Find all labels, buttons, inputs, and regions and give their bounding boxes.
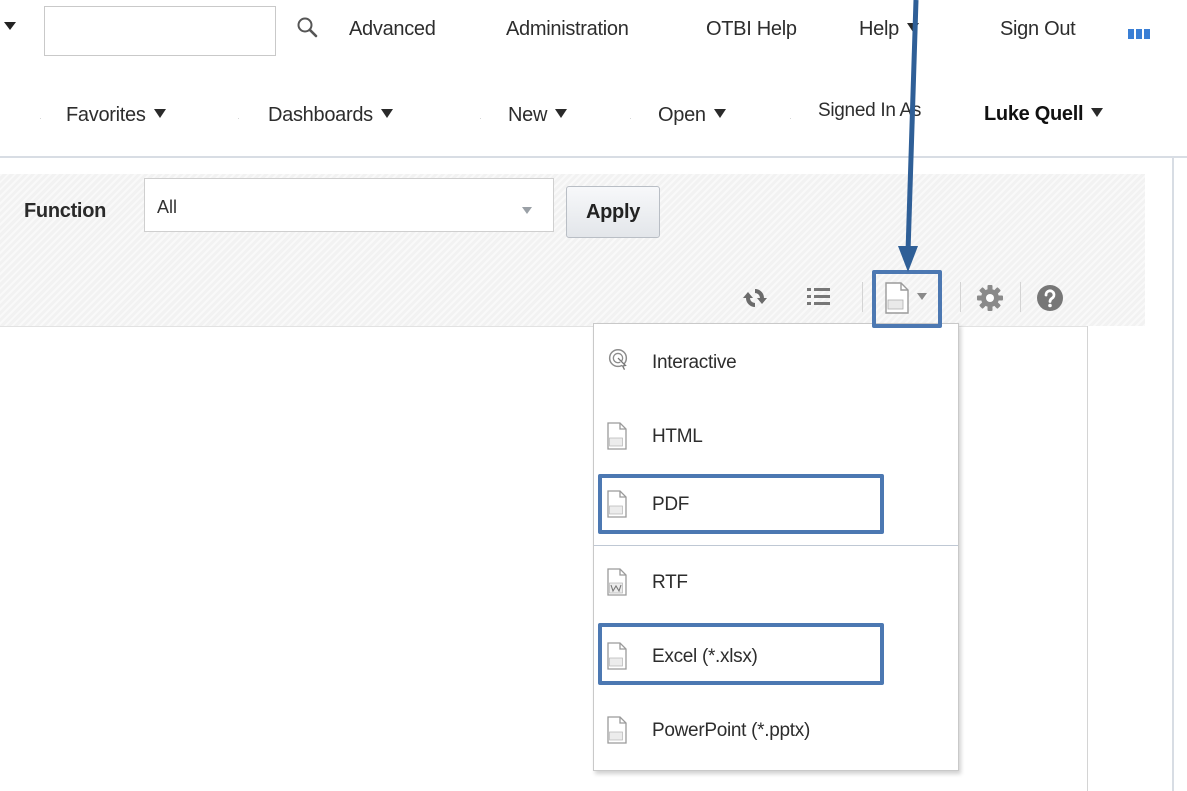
chevron-down-icon	[153, 109, 166, 119]
nav-new[interactable]: New	[508, 104, 568, 127]
gear-icon[interactable]	[976, 284, 1004, 312]
chevron-down-icon	[380, 109, 393, 119]
callout-highlight-pdf	[598, 474, 884, 534]
content-frame-border	[1172, 156, 1174, 791]
nav-separator	[238, 118, 239, 119]
menu-item-rtf[interactable]: RTF	[594, 552, 958, 612]
search-input[interactable]	[44, 6, 276, 56]
search-icon[interactable]	[296, 16, 320, 42]
list-icon[interactable]	[806, 286, 832, 310]
function-select-value: All	[157, 197, 178, 217]
toolbar-separator	[1020, 282, 1021, 312]
nav-separator	[630, 118, 631, 119]
rtf-file-icon	[607, 568, 627, 596]
content-divider	[1087, 326, 1088, 791]
nav-dashboards[interactable]: Dashboards	[268, 104, 393, 127]
function-select[interactable]: All	[144, 178, 554, 232]
menu-item-powerpoint[interactable]: PowerPoint (*.pptx)	[594, 700, 958, 760]
callout-highlight-excel	[598, 623, 884, 685]
otbi-report-page: Advanced Administration OTBI Help Help S…	[0, 0, 1187, 791]
interactive-icon	[608, 348, 628, 370]
menu-item-label: RTF	[652, 572, 688, 593]
menu-item-html[interactable]: HTML	[594, 406, 958, 466]
nav-separator	[40, 118, 41, 119]
nav-open-label: Open	[658, 104, 706, 126]
html-file-icon	[607, 422, 627, 450]
toolbar-separator	[862, 282, 863, 312]
callout-arrow	[898, 0, 919, 272]
help-icon[interactable]	[1036, 284, 1064, 312]
menu-item-label: PowerPoint (*.pptx)	[652, 720, 810, 741]
user-menu[interactable]: Luke Quell	[984, 103, 1104, 126]
main-nav-bar: Favorites Dashboards New Open Signed In …	[0, 68, 1187, 158]
administration-link[interactable]: Administration	[506, 18, 629, 41]
nav-favorites-label: Favorites	[66, 104, 146, 126]
export-dropdown-menu: Interactive HTML PDF RTF Excel (*.xlsx) …	[593, 323, 959, 771]
powerpoint-file-icon	[607, 716, 627, 744]
nav-separator	[480, 118, 481, 119]
apply-button[interactable]: Apply	[566, 186, 660, 238]
chevron-down-icon	[1091, 108, 1104, 118]
chevron-down-icon[interactable]	[522, 207, 532, 214]
menu-divider	[594, 545, 958, 546]
nav-separator	[790, 118, 791, 119]
menu-item-label: Interactive	[652, 352, 737, 373]
sign-out-link[interactable]: Sign Out	[1000, 18, 1076, 41]
refresh-icon[interactable]	[740, 284, 770, 312]
function-prompt-label: Function	[24, 200, 107, 222]
search-scope-dropdown-icon[interactable]	[4, 22, 16, 30]
user-name: Luke Quell	[984, 103, 1084, 125]
chevron-down-icon	[713, 109, 726, 119]
content-frame-border	[0, 156, 1187, 158]
nav-favorites[interactable]: Favorites	[66, 104, 166, 127]
menu-item-label: HTML	[652, 426, 703, 447]
global-header: Advanced Administration OTBI Help Help S…	[0, 0, 1187, 68]
toolbar-separator	[960, 282, 961, 312]
otbi-help-link[interactable]: OTBI Help	[706, 18, 797, 41]
apps-grid-icon[interactable]	[1128, 26, 1154, 39]
report-content-area	[0, 326, 1145, 791]
nav-new-label: New	[508, 104, 548, 126]
nav-dashboards-label: Dashboards	[268, 104, 373, 126]
nav-open[interactable]: Open	[658, 104, 726, 127]
chevron-down-icon	[555, 109, 568, 119]
menu-item-interactive[interactable]: Interactive	[594, 332, 958, 392]
advanced-link[interactable]: Advanced	[349, 18, 436, 41]
